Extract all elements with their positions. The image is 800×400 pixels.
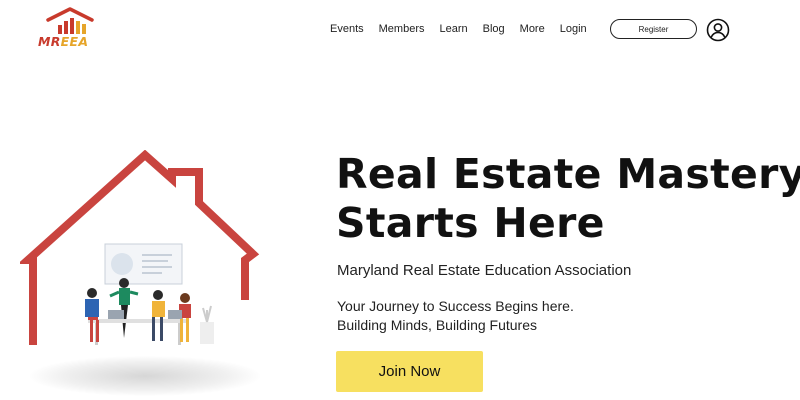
nav-blog[interactable]: Blog <box>483 22 505 36</box>
hero-title: Real Estate Mastery Starts Here <box>336 150 800 248</box>
tagline-line-1: Your Journey to Success Begins here. <box>337 298 574 314</box>
nav-learn[interactable]: Learn <box>439 22 467 36</box>
tagline-line-2: Building Minds, Building Futures <box>337 317 537 333</box>
hero-title-line-1: Real Estate Mastery <box>336 150 800 198</box>
logo[interactable]: MREEA <box>38 6 102 50</box>
nav-more[interactable]: More <box>520 22 545 36</box>
nav-events[interactable]: Events <box>330 22 364 36</box>
register-button[interactable]: Register <box>610 19 697 39</box>
user-circle-icon[interactable] <box>706 18 730 42</box>
logo-house-icon <box>46 7 94 34</box>
organization-name: Maryland Real Estate Education Associati… <box>337 262 632 279</box>
join-now-button[interactable]: Join Now <box>336 351 483 392</box>
nav-login[interactable]: Login <box>560 22 587 36</box>
main-nav: Events Members Learn Blog More Login <box>330 22 602 36</box>
logo-text: MREEA <box>38 34 89 49</box>
nav-members[interactable]: Members <box>379 22 425 36</box>
classroom-house-illustration <box>20 150 260 345</box>
hero-tagline: Your Journey to Success Begins here. Bui… <box>337 297 574 335</box>
hero-title-line-2: Starts Here <box>336 199 605 247</box>
